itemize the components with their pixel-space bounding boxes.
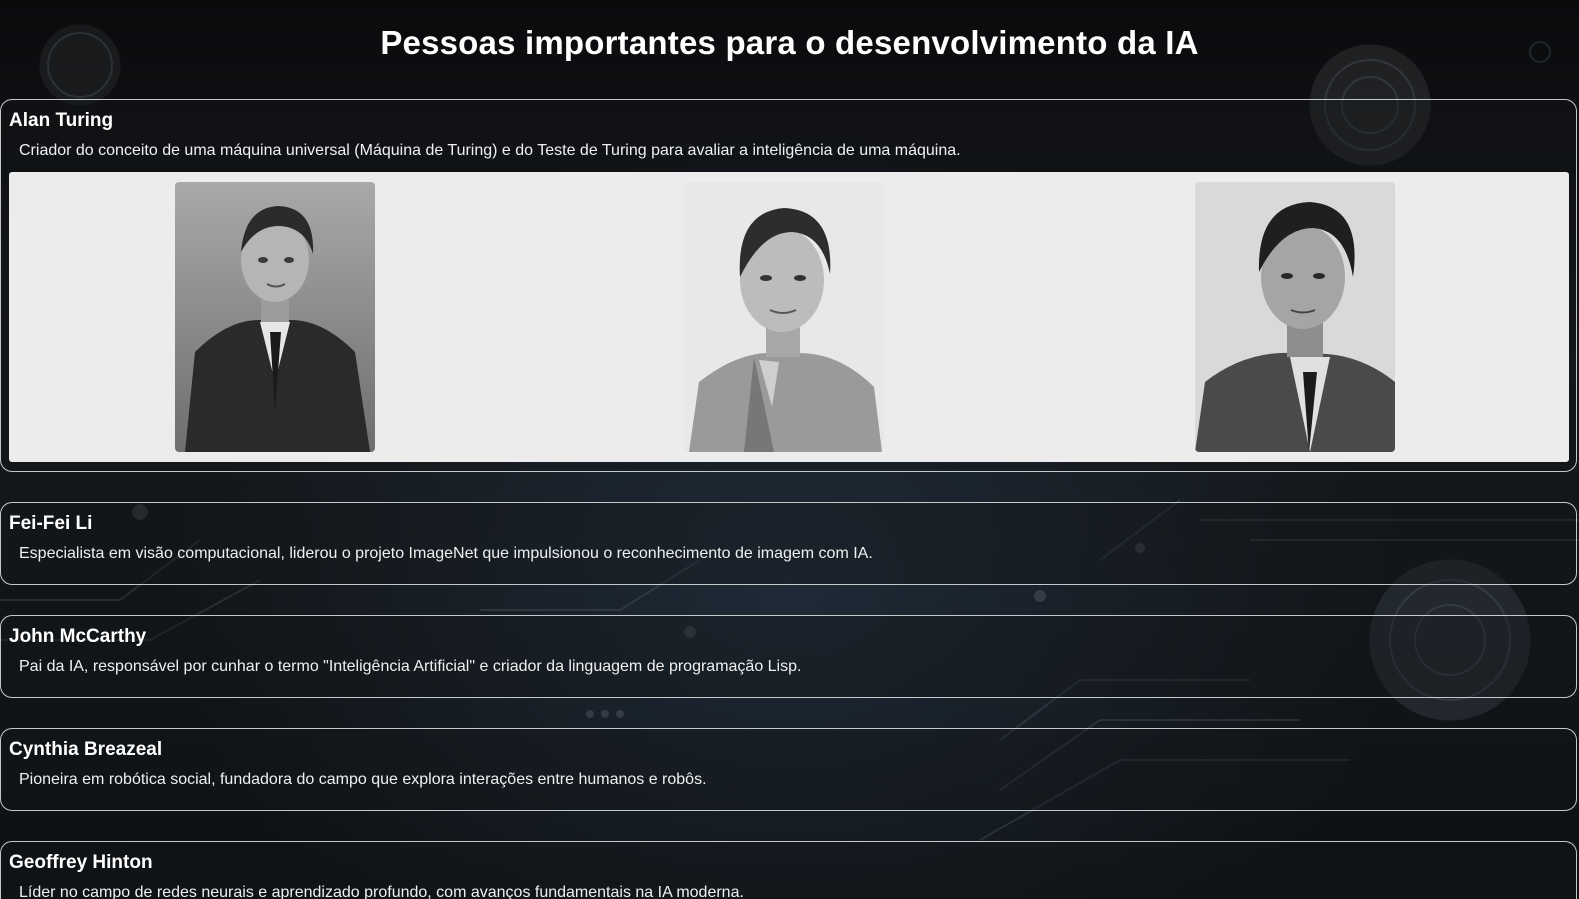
person-card-cynthia-breazeal: Cynthia Breazeal Pioneira em robótica so… xyxy=(0,728,1577,811)
page-title: Pessoas importantes para o desenvolvimen… xyxy=(380,24,1199,61)
person-description: Especialista em visão computacional, lid… xyxy=(19,545,873,562)
person-name: Alan Turing xyxy=(9,110,114,131)
photo-gallery xyxy=(9,172,1569,462)
person-card-john-mccarthy: John McCarthy Pai da IA, responsável por… xyxy=(0,615,1577,698)
person-description: Líder no campo de redes neurais e aprend… xyxy=(19,884,744,899)
person-card-geoffrey-hinton: Geoffrey Hinton Líder no campo de redes … xyxy=(0,841,1577,899)
person-description: Criador do conceito de uma máquina unive… xyxy=(19,142,961,159)
alan-turing-photo-2 xyxy=(684,182,884,452)
person-description: Pioneira em robótica social, fundadora d… xyxy=(19,771,707,788)
page: Pessoas importantes para o desenvolvimen… xyxy=(0,0,1579,899)
person-card-fei-fei-li: Fei-Fei Li Especialista em visão computa… xyxy=(0,502,1577,585)
person-name: Geoffrey Hinton xyxy=(9,852,153,873)
person-description: Pai da IA, responsável por cunhar o term… xyxy=(19,658,802,675)
person-name: Fei-Fei Li xyxy=(9,513,93,534)
alan-turing-photo-3 xyxy=(1195,182,1395,452)
alan-turing-photo-1 xyxy=(175,182,375,452)
person-name: Cynthia Breazeal xyxy=(9,739,163,760)
person-name: John McCarthy xyxy=(9,626,147,647)
person-card-alan-turing: Alan Turing Criador do conceito de uma m… xyxy=(0,99,1577,472)
